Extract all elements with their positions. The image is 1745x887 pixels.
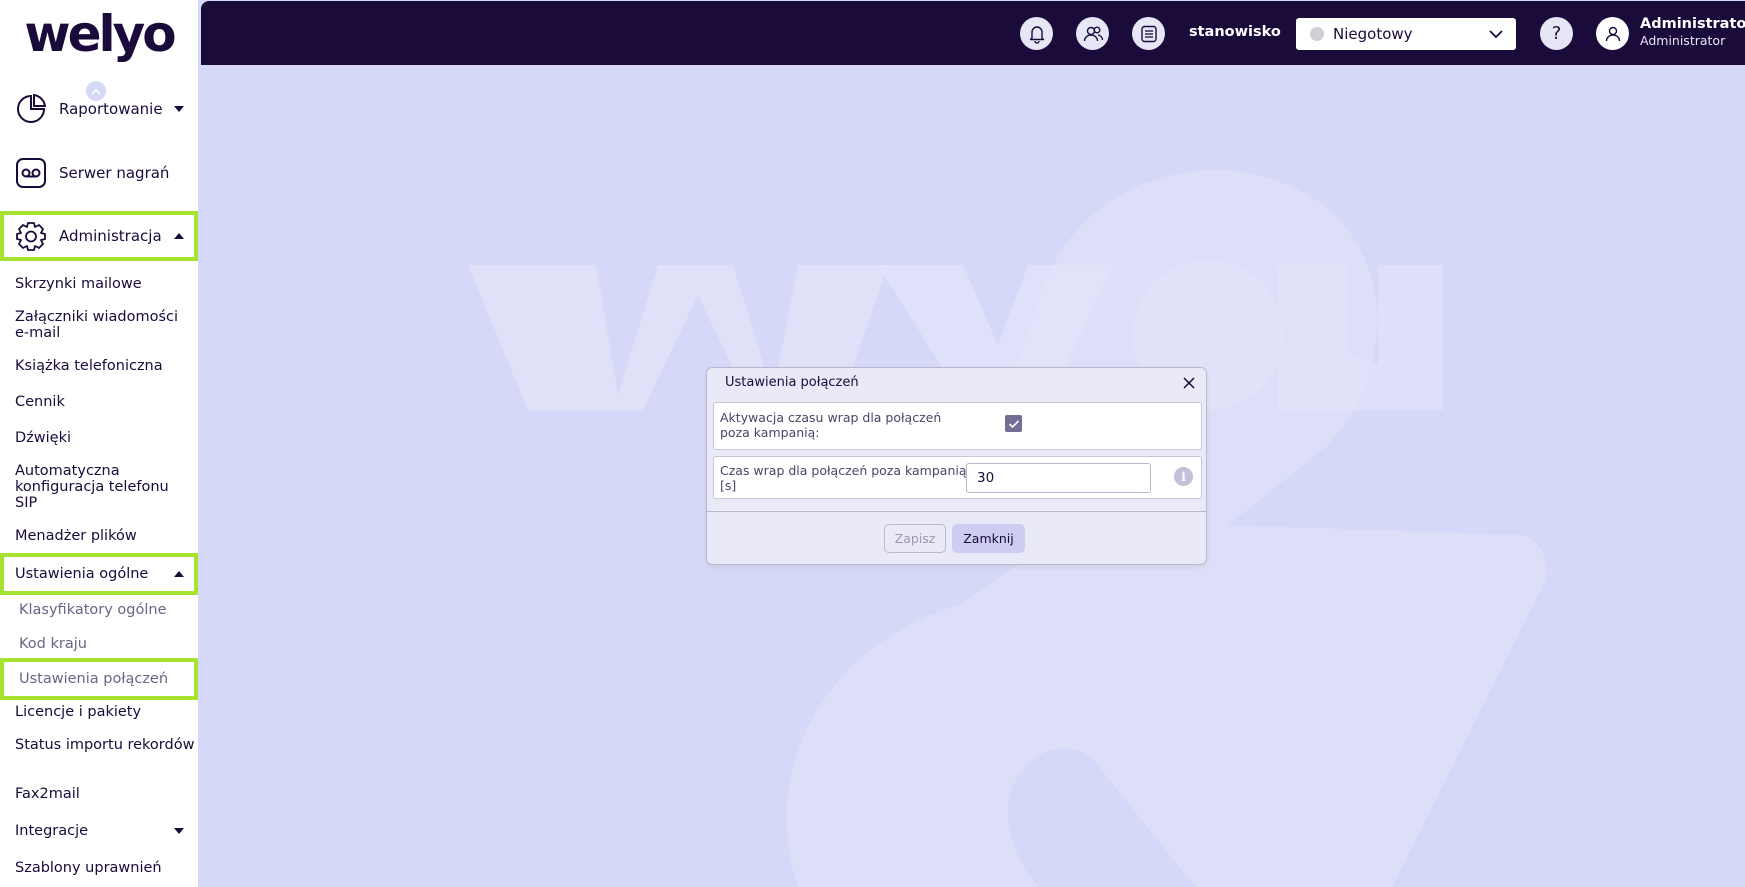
sidebar-item-licencje[interactable]: Licencje i pakiety bbox=[15, 704, 195, 720]
sidebar: welyo Raportowanie Serwer nagrań Adminis… bbox=[0, 0, 198, 887]
caret-down-icon bbox=[174, 106, 184, 112]
sidebar-item-administracja[interactable]: Administracja bbox=[0, 211, 198, 261]
sidebar-item-auto-config-sip[interactable]: Automatyczna konfiguracja telefonu SIP bbox=[15, 463, 195, 511]
chevron-down-icon bbox=[1489, 30, 1503, 39]
wrap-time-field: Czas wrap dla połączeń poza kampanią [s]… bbox=[713, 456, 1202, 499]
sidebar-item-ustawienia-ogolne[interactable]: Ustawienia ogólne bbox=[0, 553, 198, 595]
sidebar-item-dzwieki[interactable]: Dźwięki bbox=[15, 430, 195, 446]
user-icon[interactable] bbox=[1596, 17, 1629, 50]
user-name[interactable]: Administrator bbox=[1640, 16, 1745, 32]
gear-icon bbox=[14, 219, 48, 253]
sidebar-item-szablony-uprawnien[interactable]: Szablony uprawnień bbox=[15, 860, 195, 876]
sidebar-item-label: Administracja bbox=[59, 227, 162, 245]
sidebar-item-label: Ustawienia ogólne bbox=[15, 566, 149, 582]
wrap-activation-checkbox[interactable] bbox=[1005, 415, 1022, 432]
check-icon bbox=[1008, 419, 1019, 428]
logo-text: welyo bbox=[24, 5, 176, 63]
wrap-activation-label: Aktywacja czasu wrap dla połączeń poza k… bbox=[720, 410, 942, 440]
status-value: Niegotowy bbox=[1333, 25, 1413, 43]
sidebar-item-skrzynki-mailowe[interactable]: Skrzynki mailowe bbox=[15, 276, 195, 292]
sidebar-item-menadzer-plikow[interactable]: Menadżer plików bbox=[15, 528, 195, 544]
pie-chart-icon bbox=[14, 92, 48, 126]
sidebar-item-cennik[interactable]: Cennik bbox=[15, 394, 195, 410]
sidebar-item-fax2mail[interactable]: Fax2mail bbox=[15, 786, 195, 802]
sidebar-item-ustawienia-polaczen[interactable]: Ustawienia połączeń bbox=[0, 658, 198, 700]
top-bar: stanowisko Niegotowy ? bbox=[201, 1, 1745, 65]
sidebar-item-klasyfikatory[interactable]: Klasyfikatory ogólne bbox=[19, 602, 194, 618]
dialog-divider bbox=[707, 511, 1206, 512]
sidebar-item-label: Serwer nagrań bbox=[59, 164, 170, 182]
sidebar-item-zalaczniki[interactable]: Załączniki wiadomości e-mail bbox=[15, 309, 195, 341]
sidebar-item-label: Integracje bbox=[15, 823, 89, 839]
dialog-title: Ustawienia połączeń bbox=[725, 375, 859, 390]
voicemail-icon bbox=[14, 156, 48, 190]
wrap-time-input[interactable] bbox=[966, 463, 1151, 493]
sidebar-item-integracje[interactable]: Integracje bbox=[0, 821, 198, 841]
app-logo[interactable]: welyo bbox=[0, 0, 198, 68]
sidebar-item-serwer-nagran[interactable]: Serwer nagrań bbox=[0, 148, 198, 198]
sidebar-item-kod-kraju[interactable]: Kod kraju bbox=[19, 636, 194, 652]
wrap-time-label: Czas wrap dla połączeń poza kampanią [s] bbox=[720, 463, 967, 493]
caret-down-icon bbox=[174, 828, 184, 834]
sidebar-item-label: Ustawienia połączeń bbox=[19, 671, 169, 687]
workstation-label[interactable]: stanowisko bbox=[1189, 24, 1281, 40]
users-icon[interactable] bbox=[1076, 17, 1109, 50]
help-icon[interactable]: ? bbox=[1540, 17, 1573, 50]
sidebar-item-status-importu[interactable]: Status importu rekordów bbox=[15, 737, 195, 753]
sidebar-item-raportowanie[interactable]: Raportowanie bbox=[0, 84, 198, 134]
close-icon[interactable] bbox=[1180, 374, 1198, 392]
connection-settings-dialog: Ustawienia połączeń Aktywacja czasu wrap… bbox=[706, 367, 1207, 565]
user-role: Administrator bbox=[1640, 33, 1726, 48]
close-button[interactable]: Zamknij bbox=[952, 524, 1025, 553]
caret-up-icon bbox=[174, 233, 184, 239]
save-button[interactable]: Zapisz bbox=[884, 524, 946, 553]
info-icon[interactable]: i bbox=[1174, 467, 1193, 486]
status-dot bbox=[1310, 27, 1324, 41]
help-label: ? bbox=[1551, 23, 1562, 44]
wrap-activation-field: Aktywacja czasu wrap dla połączeń poza k… bbox=[713, 402, 1202, 450]
sidebar-item-label: Raportowanie bbox=[59, 100, 163, 118]
list-icon[interactable] bbox=[1132, 17, 1165, 50]
sidebar-item-ksiazka-telefoniczna[interactable]: Książka telefoniczna bbox=[15, 358, 195, 374]
caret-up-icon bbox=[174, 571, 184, 577]
status-select[interactable]: Niegotowy bbox=[1296, 18, 1516, 50]
bell-icon[interactable] bbox=[1020, 17, 1053, 50]
